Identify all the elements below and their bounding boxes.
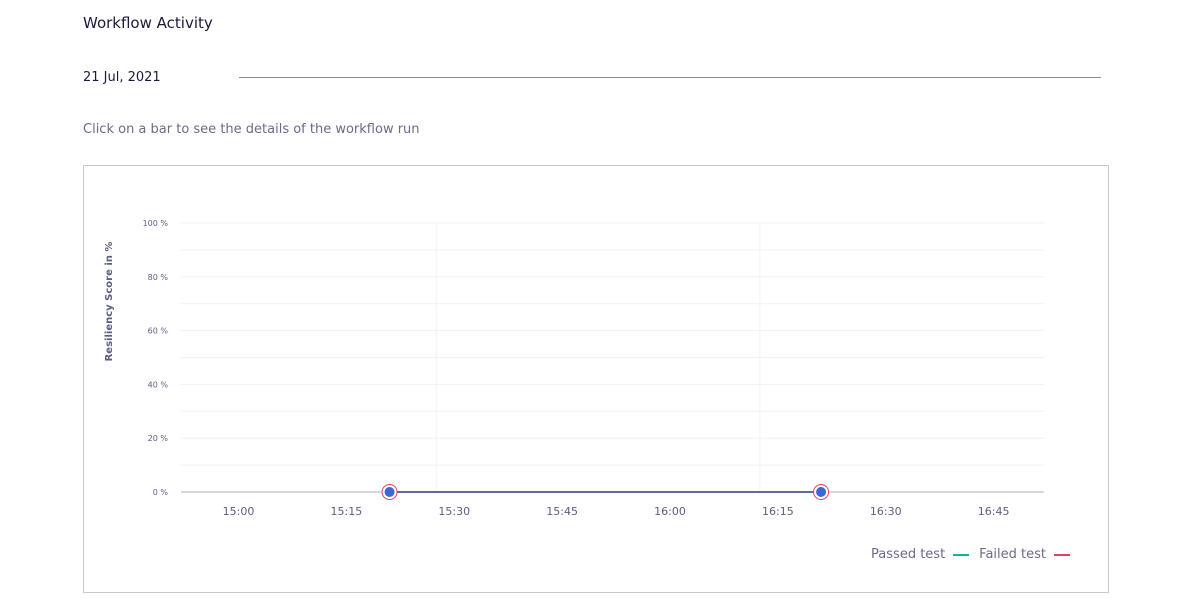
x-tick-label: 15:45 xyxy=(546,505,578,518)
legend-failed[interactable]: Failed test xyxy=(979,547,1070,562)
legend-passed[interactable]: Passed test xyxy=(871,547,970,562)
chart-hint-text: Click on a bar to see the details of the… xyxy=(83,122,420,137)
legend-failed-label: Failed test xyxy=(979,547,1046,562)
chart-axes: 0 % 20 % 40 % 60 % 80 % 100 % 15:00 15:15 15:30 1… xyxy=(143,219,1044,518)
x-tick-label: 15:30 xyxy=(438,505,470,518)
legend-passed-swatch xyxy=(953,553,970,556)
y-tick-label: 40 % xyxy=(148,380,169,389)
x-tick-label: 15:00 xyxy=(223,505,255,518)
chart-svg: 0 % 20 % 40 % 60 % 80 % 100 % 15:00 15:15 15:30 1… xyxy=(104,219,1044,518)
workflow-activity-chart: 0 % 20 % 40 % 60 % 80 % 100 % 15:00 15:15 15:30 1… xyxy=(83,165,1109,593)
date-label: 21 Jul, 2021 xyxy=(83,70,161,85)
chart-series xyxy=(381,484,830,500)
y-tick-label: 0 % xyxy=(153,488,169,497)
chart-legend: Passed test Failed test xyxy=(861,547,1070,562)
page-title: Workflow Activity xyxy=(83,14,213,32)
y-tick-label: 80 % xyxy=(148,273,169,282)
x-tick-label: 16:45 xyxy=(978,505,1010,518)
legend-passed-label: Passed test xyxy=(871,547,946,562)
x-tick-label: 15:15 xyxy=(331,505,363,518)
data-point[interactable] xyxy=(816,487,827,497)
data-point[interactable] xyxy=(384,487,395,497)
y-tick-label: 20 % xyxy=(148,434,169,443)
y-tick-label: 60 % xyxy=(148,327,169,336)
x-tick-label: 16:30 xyxy=(870,505,902,518)
legend-failed-swatch xyxy=(1054,553,1070,556)
y-tick-label: 100 % xyxy=(143,219,169,228)
chart-grid xyxy=(181,222,1044,492)
x-tick-label: 16:00 xyxy=(654,505,686,518)
date-divider xyxy=(239,77,1101,78)
y-axis-label: Resiliency Score in % xyxy=(104,242,115,362)
x-tick-label: 16:15 xyxy=(762,505,794,518)
